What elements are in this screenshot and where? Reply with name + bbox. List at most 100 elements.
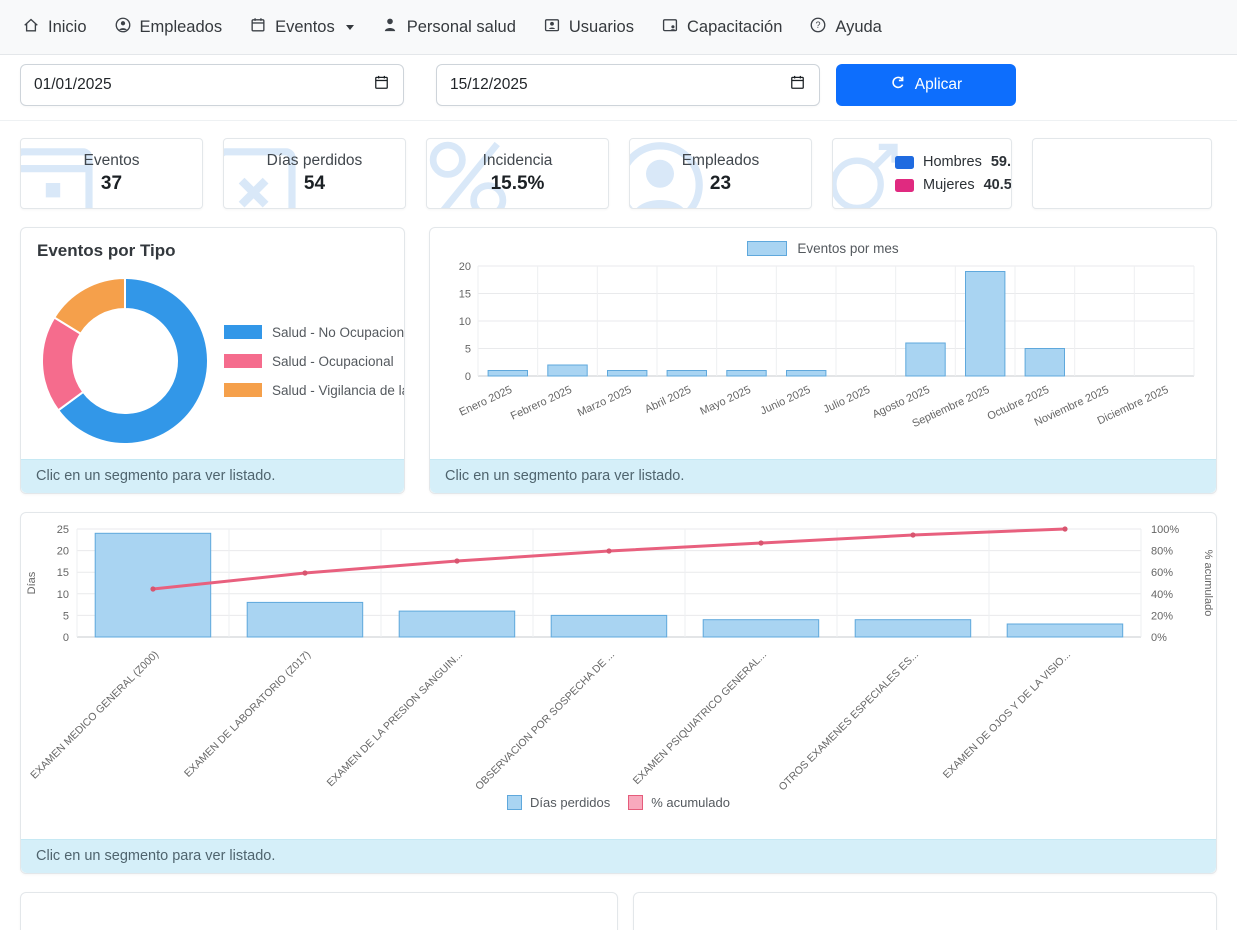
svg-text:EXAMEN DE OJOS Y DE LA VISIO..: EXAMEN DE OJOS Y DE LA VISIO... <box>941 649 1073 781</box>
svg-text:20: 20 <box>57 546 69 558</box>
nav-item-personal-salud[interactable]: Personal salud <box>381 16 516 39</box>
stat-label: Eventos <box>83 152 139 170</box>
bottom-right-card <box>633 892 1217 930</box>
stat-label: Empleados <box>682 152 760 170</box>
pareto-legend-label: Días perdidos <box>530 795 610 810</box>
person-icon <box>381 16 399 39</box>
pareto-legend-acumulado[interactable]: % acumulado <box>628 795 730 810</box>
svg-text:10: 10 <box>459 316 471 328</box>
eventos-por-tipo-donut[interactable] <box>39 275 211 447</box>
hombres-swatch <box>895 156 914 169</box>
svg-text:EXAMEN PSIQUIATRICO GENERAL...: EXAMEN PSIQUIATRICO GENERAL... <box>631 649 769 787</box>
svg-text:% acumulado: % acumulado <box>1202 550 1214 617</box>
stat-card-dias-perdidos: Días perdidos 54 <box>223 138 406 209</box>
stat-card-eventos: Eventos 37 <box>20 138 203 209</box>
svg-text:0: 0 <box>63 632 69 644</box>
stat-card-incidencia: Incidencia 15.5% <box>426 138 609 209</box>
stat-card-empty <box>1032 138 1212 209</box>
svg-text:OBSERVACION POR SOSPECHA DE ..: OBSERVACION POR SOSPECHA DE ... <box>473 649 617 793</box>
monthly-chart-legend[interactable]: Eventos por mes <box>430 228 1216 256</box>
svg-text:60%: 60% <box>1151 567 1173 579</box>
stat-label: Incidencia <box>483 152 553 170</box>
svg-text:20%: 20% <box>1151 610 1173 622</box>
svg-text:Mayo 2025: Mayo 2025 <box>698 384 752 418</box>
donut-legend-item[interactable]: Salud - Ocupacional <box>224 354 404 369</box>
svg-text:Marzo 2025: Marzo 2025 <box>576 384 634 419</box>
donut-chart-area: Salud - No Ocupacional Salud - Ocupaciona… <box>21 263 404 459</box>
svg-text:15: 15 <box>57 567 69 579</box>
charts-row: Eventos por Tipo Salud - No OcupacionalS… <box>20 227 1217 494</box>
monthly-legend-swatch <box>747 241 787 256</box>
svg-text:OTROS EXAMENES ESPECIALES ES..: OTROS EXAMENES ESPECIALES ES... <box>776 649 921 794</box>
svg-text:0: 0 <box>465 371 471 383</box>
svg-text:Enero 2025: Enero 2025 <box>457 384 514 419</box>
stats-row: Eventos 37 Días perdidos 54 Incidencia 1… <box>0 121 1237 209</box>
gender-label: Hombres <box>923 154 982 170</box>
start-date-value: 01/01/2025 <box>34 76 112 94</box>
nav-item-capacitacion[interactable]: Capacitación <box>661 16 782 39</box>
dias-perdidos-pareto-card: 05101520250%20%40%60%80%100%Días% acumul… <box>20 512 1217 874</box>
nav-item-ayuda[interactable]: ? Ayuda <box>809 16 882 39</box>
chart-hint-footer: Clic en un segmento para ver listado. <box>21 839 1216 873</box>
acumulado-swatch <box>628 795 643 810</box>
svg-text:5: 5 <box>63 610 69 622</box>
legend-swatch <box>224 325 262 339</box>
gender-legend-hombres[interactable]: Hombres 59.5% <box>895 154 1003 170</box>
nav-item-eventos[interactable]: Eventos <box>249 16 354 39</box>
refresh-icon <box>890 75 906 96</box>
person-circle-icon <box>114 16 132 39</box>
gender-legend-mujeres[interactable]: Mujeres 40.5% <box>895 177 1003 193</box>
stat-value: 15.5% <box>491 173 545 195</box>
svg-text:5: 5 <box>465 344 471 356</box>
svg-text:Días: Días <box>26 571 38 594</box>
nav-item-usuarios[interactable]: Usuarios <box>543 16 634 39</box>
legend-label: Salud - Ocupacional <box>272 354 394 369</box>
eventos-por-mes-card: Eventos por mes 05101520Enero 2025Febrer… <box>429 227 1217 494</box>
pareto-chart[interactable]: 05101520250%20%40%60%80%100%Días% acumul… <box>21 521 1217 795</box>
gender-value: 59.5% <box>991 154 1012 170</box>
svg-text:10: 10 <box>57 589 69 601</box>
nav-item-inicio[interactable]: Inicio <box>22 16 87 39</box>
svg-text:?: ? <box>816 20 821 30</box>
legend-label: Salud - No Ocupacional <box>272 325 404 340</box>
stat-card-genero: Hombres 59.5% Mujeres 40.5% <box>832 138 1012 209</box>
donut-legend-item[interactable]: Salud - Vigilancia de la <box>224 383 404 398</box>
eventos-por-mes-chart[interactable]: 05101520Enero 2025Febrero 2025Marzo 2025… <box>440 258 1206 436</box>
nav-item-empleados[interactable]: Empleados <box>114 16 223 39</box>
stat-card-empleados: Empleados 23 <box>629 138 812 209</box>
start-date-input[interactable]: 01/01/2025 <box>20 64 404 106</box>
apply-label: Aplicar <box>915 76 962 94</box>
mujeres-swatch <box>895 179 914 192</box>
svg-text:15: 15 <box>459 289 471 301</box>
chart-hint-footer: Clic en un segmento para ver listado. <box>21 459 404 493</box>
gender-label: Mujeres <box>923 177 975 193</box>
calendar-icon[interactable] <box>373 74 390 96</box>
dashboard-page: Inicio Empleados Eventos Personal salud … <box>0 0 1237 930</box>
donut-legend-item[interactable]: Salud - No Ocupacional <box>224 325 404 340</box>
pareto-legend-dias[interactable]: Días perdidos <box>507 795 610 810</box>
svg-text:EXAMEN DE LABORATORIO (Z017): EXAMEN DE LABORATORIO (Z017) <box>182 649 313 780</box>
end-date-value: 15/12/2025 <box>450 76 528 94</box>
nav-label: Ayuda <box>835 18 882 37</box>
dias-perdidos-swatch <box>507 795 522 810</box>
svg-text:0%: 0% <box>1151 632 1167 644</box>
svg-text:25: 25 <box>57 524 69 536</box>
calendar-icon <box>249 16 267 39</box>
stat-label: Días perdidos <box>267 152 363 170</box>
donut-legend: Salud - No Ocupacional Salud - Ocupaciona… <box>224 325 404 398</box>
home-icon <box>22 16 40 39</box>
bottom-left-card <box>20 892 618 930</box>
svg-text:Febrero 2025: Febrero 2025 <box>509 384 574 423</box>
id-card-icon <box>543 16 561 39</box>
end-date-input[interactable]: 15/12/2025 <box>436 64 820 106</box>
apply-button[interactable]: Aplicar <box>836 64 1016 106</box>
bottom-row <box>20 892 1217 930</box>
question-circle-icon: ? <box>809 16 827 39</box>
calendar-icon[interactable] <box>789 74 806 96</box>
svg-text:40%: 40% <box>1151 589 1173 601</box>
chart-hint-footer: Clic en un segmento para ver listado. <box>430 459 1216 493</box>
filter-bar: 01/01/2025 15/12/2025 Aplicar <box>0 55 1237 121</box>
pareto-legend-label: % acumulado <box>651 795 730 810</box>
chevron-down-icon <box>346 25 354 30</box>
stat-value: 23 <box>710 173 731 195</box>
